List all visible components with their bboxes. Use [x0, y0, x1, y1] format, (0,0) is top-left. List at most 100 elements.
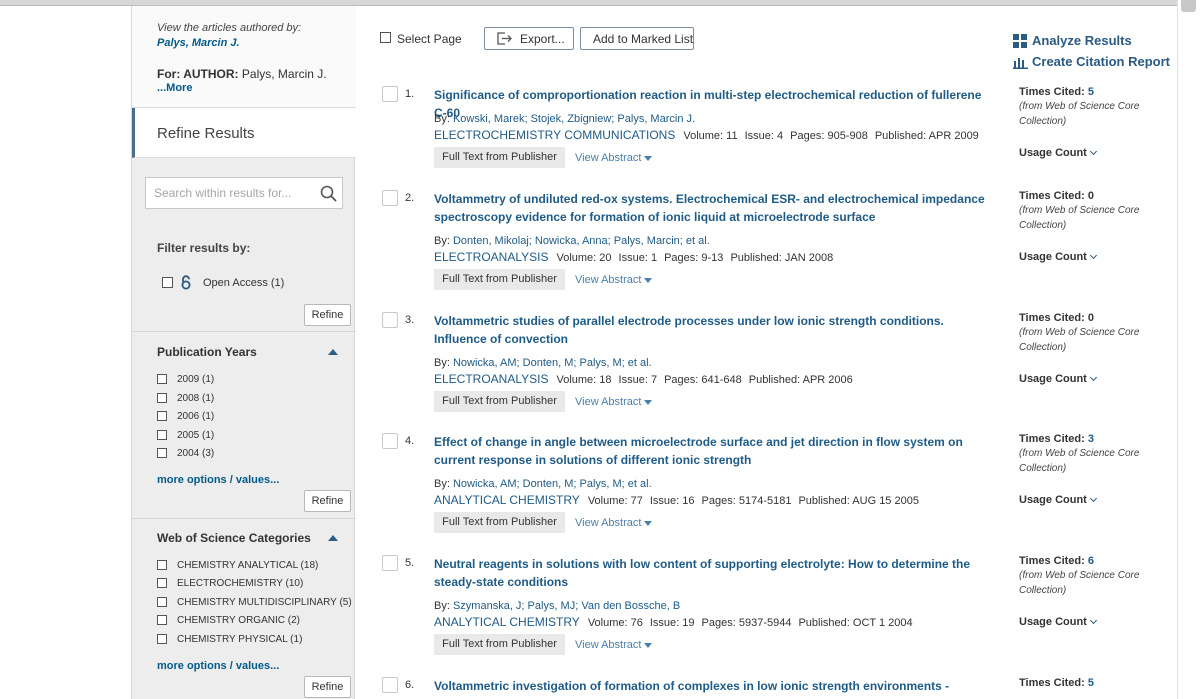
search-icon[interactable] [320, 185, 337, 202]
search-query: For: AUTHOR: Palys, Marcin J. [157, 67, 327, 81]
wos-categories-more-options[interactable]: more options / values... [157, 660, 279, 672]
chevron-down-icon [1089, 494, 1097, 503]
view-abstract-link[interactable]: View Abstract [575, 517, 653, 529]
usage-count-toggle[interactable]: Usage Count [1019, 147, 1097, 159]
wos-category-checkbox[interactable] [157, 634, 167, 644]
times-cited-count[interactable]: 3 [1088, 433, 1094, 445]
view-abstract-link[interactable]: View Abstract [575, 274, 653, 286]
view-abstract-link[interactable]: View Abstract [575, 152, 653, 164]
times-cited-count[interactable]: 6 [1088, 555, 1094, 567]
pub-year-checkbox[interactable] [157, 393, 167, 403]
times-cited-count[interactable]: 5 [1088, 86, 1094, 98]
times-cited: Times Cited: 6 [1019, 555, 1094, 567]
times-cited: Times Cited: 3 [1019, 433, 1094, 445]
more-link[interactable]: ...More [157, 82, 192, 94]
search-within-input[interactable] [154, 186, 314, 200]
full-text-button[interactable]: Full Text from Publisher [434, 147, 565, 168]
pub-year-checkbox[interactable] [157, 374, 167, 384]
record-checkbox[interactable] [382, 86, 398, 102]
result-record: 6. Voltammetric investigation of formati… [380, 677, 1160, 699]
refine-button-open-access[interactable]: Refine [304, 304, 351, 326]
add-to-marked-list-button[interactable]: Add to Marked List [580, 27, 694, 50]
pub-year-checkbox[interactable] [157, 430, 167, 440]
wos-category-checkbox[interactable] [157, 615, 167, 625]
wos-category-checkbox[interactable] [157, 578, 167, 588]
times-cited-block: Times Cited: 3 (from Web of Science Core… [1019, 433, 1149, 506]
record-authors: By: Szymanska, J; Palys, MJ; Van den Bos… [434, 600, 681, 612]
record-checkbox[interactable] [382, 312, 398, 328]
wos-categories-title[interactable]: Web of Science Categories [157, 531, 311, 545]
divider [132, 331, 356, 332]
scrollbar-thumb[interactable] [1181, 0, 1196, 12]
wos-category-checkbox[interactable] [157, 597, 167, 607]
journal-link[interactable]: ANALYTICAL CHEMISTRY [434, 493, 580, 507]
chevron-down-icon [1089, 373, 1097, 382]
pub-years-more-options[interactable]: more options / values... [157, 474, 279, 486]
times-cited-source: (from Web of Science Core Collection) [1019, 327, 1140, 353]
journal-link[interactable]: ELECTROANALYSIS [434, 250, 548, 264]
times-cited-source: (from Web of Science Core Collection) [1019, 448, 1140, 474]
journal-link[interactable]: ELECTROCHEMISTRY COMMUNICATIONS [434, 128, 675, 142]
record-author-links[interactable]: Nowicka, AM; Donten, M; Palys, M; et al. [453, 478, 652, 490]
export-button[interactable]: Export... [484, 27, 574, 50]
record-title-link[interactable]: Voltammetric studies of parallel electro… [434, 312, 989, 348]
record-title-link[interactable]: Effect of change in angle between microe… [434, 433, 989, 469]
author-name-link[interactable]: Palys, Marcin J. [157, 37, 240, 49]
record-checkbox[interactable] [382, 433, 398, 449]
full-text-button[interactable]: Full Text from Publisher [434, 391, 565, 412]
journal-link[interactable]: ELECTROANALYSIS [434, 372, 548, 386]
collapse-up-icon[interactable] [328, 349, 338, 355]
wos-category-checkbox[interactable] [157, 560, 167, 570]
record-checkbox[interactable] [382, 677, 398, 693]
view-abstract-link[interactable]: View Abstract [575, 639, 653, 651]
search-within-box[interactable] [145, 177, 343, 209]
record-author-links[interactable]: Kowski, Marek; Stojek, Zbigniew; Palys, … [453, 113, 695, 125]
pub-year-checkbox[interactable] [157, 448, 167, 458]
record-checkbox[interactable] [382, 555, 398, 571]
chevron-down-icon [1089, 616, 1097, 625]
record-authors: By: Kowski, Marek; Stojek, Zbigniew; Pal… [434, 113, 696, 125]
refine-results-title: Refine Results [157, 125, 255, 142]
collapse-up-icon[interactable] [328, 535, 338, 541]
times-cited-source: (from Web of Science Core Collection) [1019, 205, 1140, 231]
export-icon [497, 32, 512, 45]
record-title-link[interactable]: Neutral reagents in solutions with low c… [434, 555, 989, 591]
pub-year-checkbox[interactable] [157, 411, 167, 421]
record-source: ELECTROANALYSIS Volume: 18 Issue: 7 Pages: … [434, 372, 853, 386]
usage-count-toggle[interactable]: Usage Count [1019, 373, 1097, 385]
record-author-links[interactable]: Szymanska, J; Palys, MJ; Van den Bossche… [453, 600, 680, 612]
view-abstract-link[interactable]: View Abstract [575, 396, 653, 408]
publication-years-title[interactable]: Publication Years [157, 345, 257, 359]
record-author-links[interactable]: Donten, Mikolaj; Nowicka, Anna; Palys, M… [453, 235, 710, 247]
record-author-links[interactable]: Nowicka, AM; Donten, M; Palys, M; et al. [453, 357, 652, 369]
full-text-button[interactable]: Full Text from Publisher [434, 269, 565, 290]
refine-button-wos-categories[interactable]: Refine [304, 676, 351, 698]
full-text-button[interactable]: Full Text from Publisher [434, 634, 565, 655]
record-title-link[interactable]: Voltammetric investigation of formation … [434, 677, 989, 699]
times-cited-count[interactable]: 5 [1088, 677, 1094, 689]
record-title-link[interactable]: Voltammetry of undiluted red-ox systems.… [434, 190, 989, 226]
page-scrollbar[interactable] [1177, 0, 1200, 699]
times-cited: Times Cited: 0 [1019, 190, 1094, 202]
open-access-checkbox[interactable] [162, 277, 173, 288]
times-cited-block: Times Cited: 0 (from Web of Science Core… [1019, 190, 1149, 263]
usage-count-toggle[interactable]: Usage Count [1019, 494, 1097, 506]
journal-link[interactable]: ANALYTICAL CHEMISTRY [434, 615, 580, 629]
full-text-button[interactable]: Full Text from Publisher [434, 512, 565, 533]
record-checkbox[interactable] [382, 190, 398, 206]
filter-results-label: Filter results by: [157, 241, 251, 255]
refine-results-header: Refine Results [132, 108, 356, 158]
record-authors: By: Nowicka, AM; Donten, M; Palys, M; et… [434, 478, 652, 490]
times-cited-block: Times Cited: 0 (from Web of Science Core… [1019, 312, 1149, 385]
select-page-label: Select Page [397, 32, 462, 46]
usage-count-toggle[interactable]: Usage Count [1019, 616, 1097, 628]
record-number: 2. [405, 192, 415, 204]
analyze-results-icon [1013, 34, 1027, 48]
refine-button-pub-years[interactable]: Refine [304, 490, 351, 512]
export-label: Export... [520, 32, 565, 46]
record-source: ELECTROANALYSIS Volume: 20 Issue: 1 Pages: … [434, 250, 834, 264]
caret-down-icon [644, 520, 653, 526]
times-cited-count: 0 [1087, 312, 1094, 324]
usage-count-toggle[interactable]: Usage Count [1019, 251, 1097, 263]
select-page-checkbox[interactable] [380, 32, 391, 43]
